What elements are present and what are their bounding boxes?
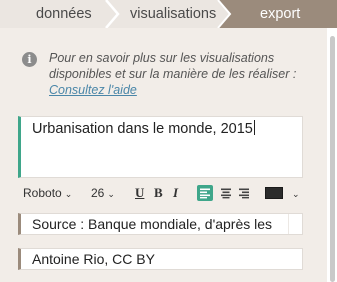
title-text-wrap: Urbanisation dans le monde, 2015 [32,120,255,137]
tab-visualisations-label: visualisations [130,6,217,22]
tab-bar: données visualisations export [0,0,337,28]
chevron-down-icon: ⌄ [292,189,300,199]
text-color-dropdown[interactable]: ⌄ [289,183,300,203]
underline-button[interactable]: U [135,183,144,203]
align-center-button[interactable] [218,185,234,201]
align-right-button[interactable] [236,185,252,201]
tab-donnees-label: données [36,6,92,22]
help-notice-line1: Pour en savoir plus sur les visualisatio… [49,51,275,65]
scrollbar-thumb[interactable] [330,36,335,282]
tab-export-label: export [260,6,301,22]
align-left-icon [200,188,210,199]
source-input-end [288,214,302,234]
info-icon: i [22,52,37,67]
help-notice: Pour en savoir plus sur les visualisatio… [49,50,321,98]
font-size-select[interactable]: 26 ⌄ [91,183,115,203]
align-left-button[interactable] [197,185,213,201]
title-textarea[interactable]: Urbanisation dans le monde, 2015 [18,116,303,178]
chevron-down-icon: ⌄ [64,189,73,199]
tab-arrow-icon [217,0,232,28]
title-value: Urbanisation dans le monde, 2015 [32,121,253,137]
source-input[interactable]: Source : Banque mondiale, d'après les [18,213,303,235]
text-format-toolbar: Roboto ⌄ 26 ⌄ U B I ⌄ [18,183,303,203]
source-value: Source : Banque mondiale, d'après les [32,216,273,232]
chevron-down-icon: ⌄ [107,189,115,199]
author-value: Antoine Rio, CC BY [32,251,155,267]
bold-button[interactable]: B [154,183,163,203]
text-color-swatch[interactable] [265,187,283,199]
author-input[interactable]: Antoine Rio, CC BY [18,248,303,270]
italic-button[interactable]: I [173,183,178,203]
font-family-select[interactable]: Roboto ⌄ [23,183,72,203]
help-notice-line2: disponibles et sur la manière de les réa… [49,67,297,81]
tab-donnees[interactable]: données [0,0,115,28]
font-family-value: Roboto [23,186,62,200]
align-center-icon [221,188,231,199]
align-right-icon [239,188,249,199]
help-link[interactable]: Consultez l'aide [49,82,137,98]
text-cursor [253,120,255,135]
tab-separator-icon [105,0,120,28]
font-size-value: 26 [91,186,105,200]
